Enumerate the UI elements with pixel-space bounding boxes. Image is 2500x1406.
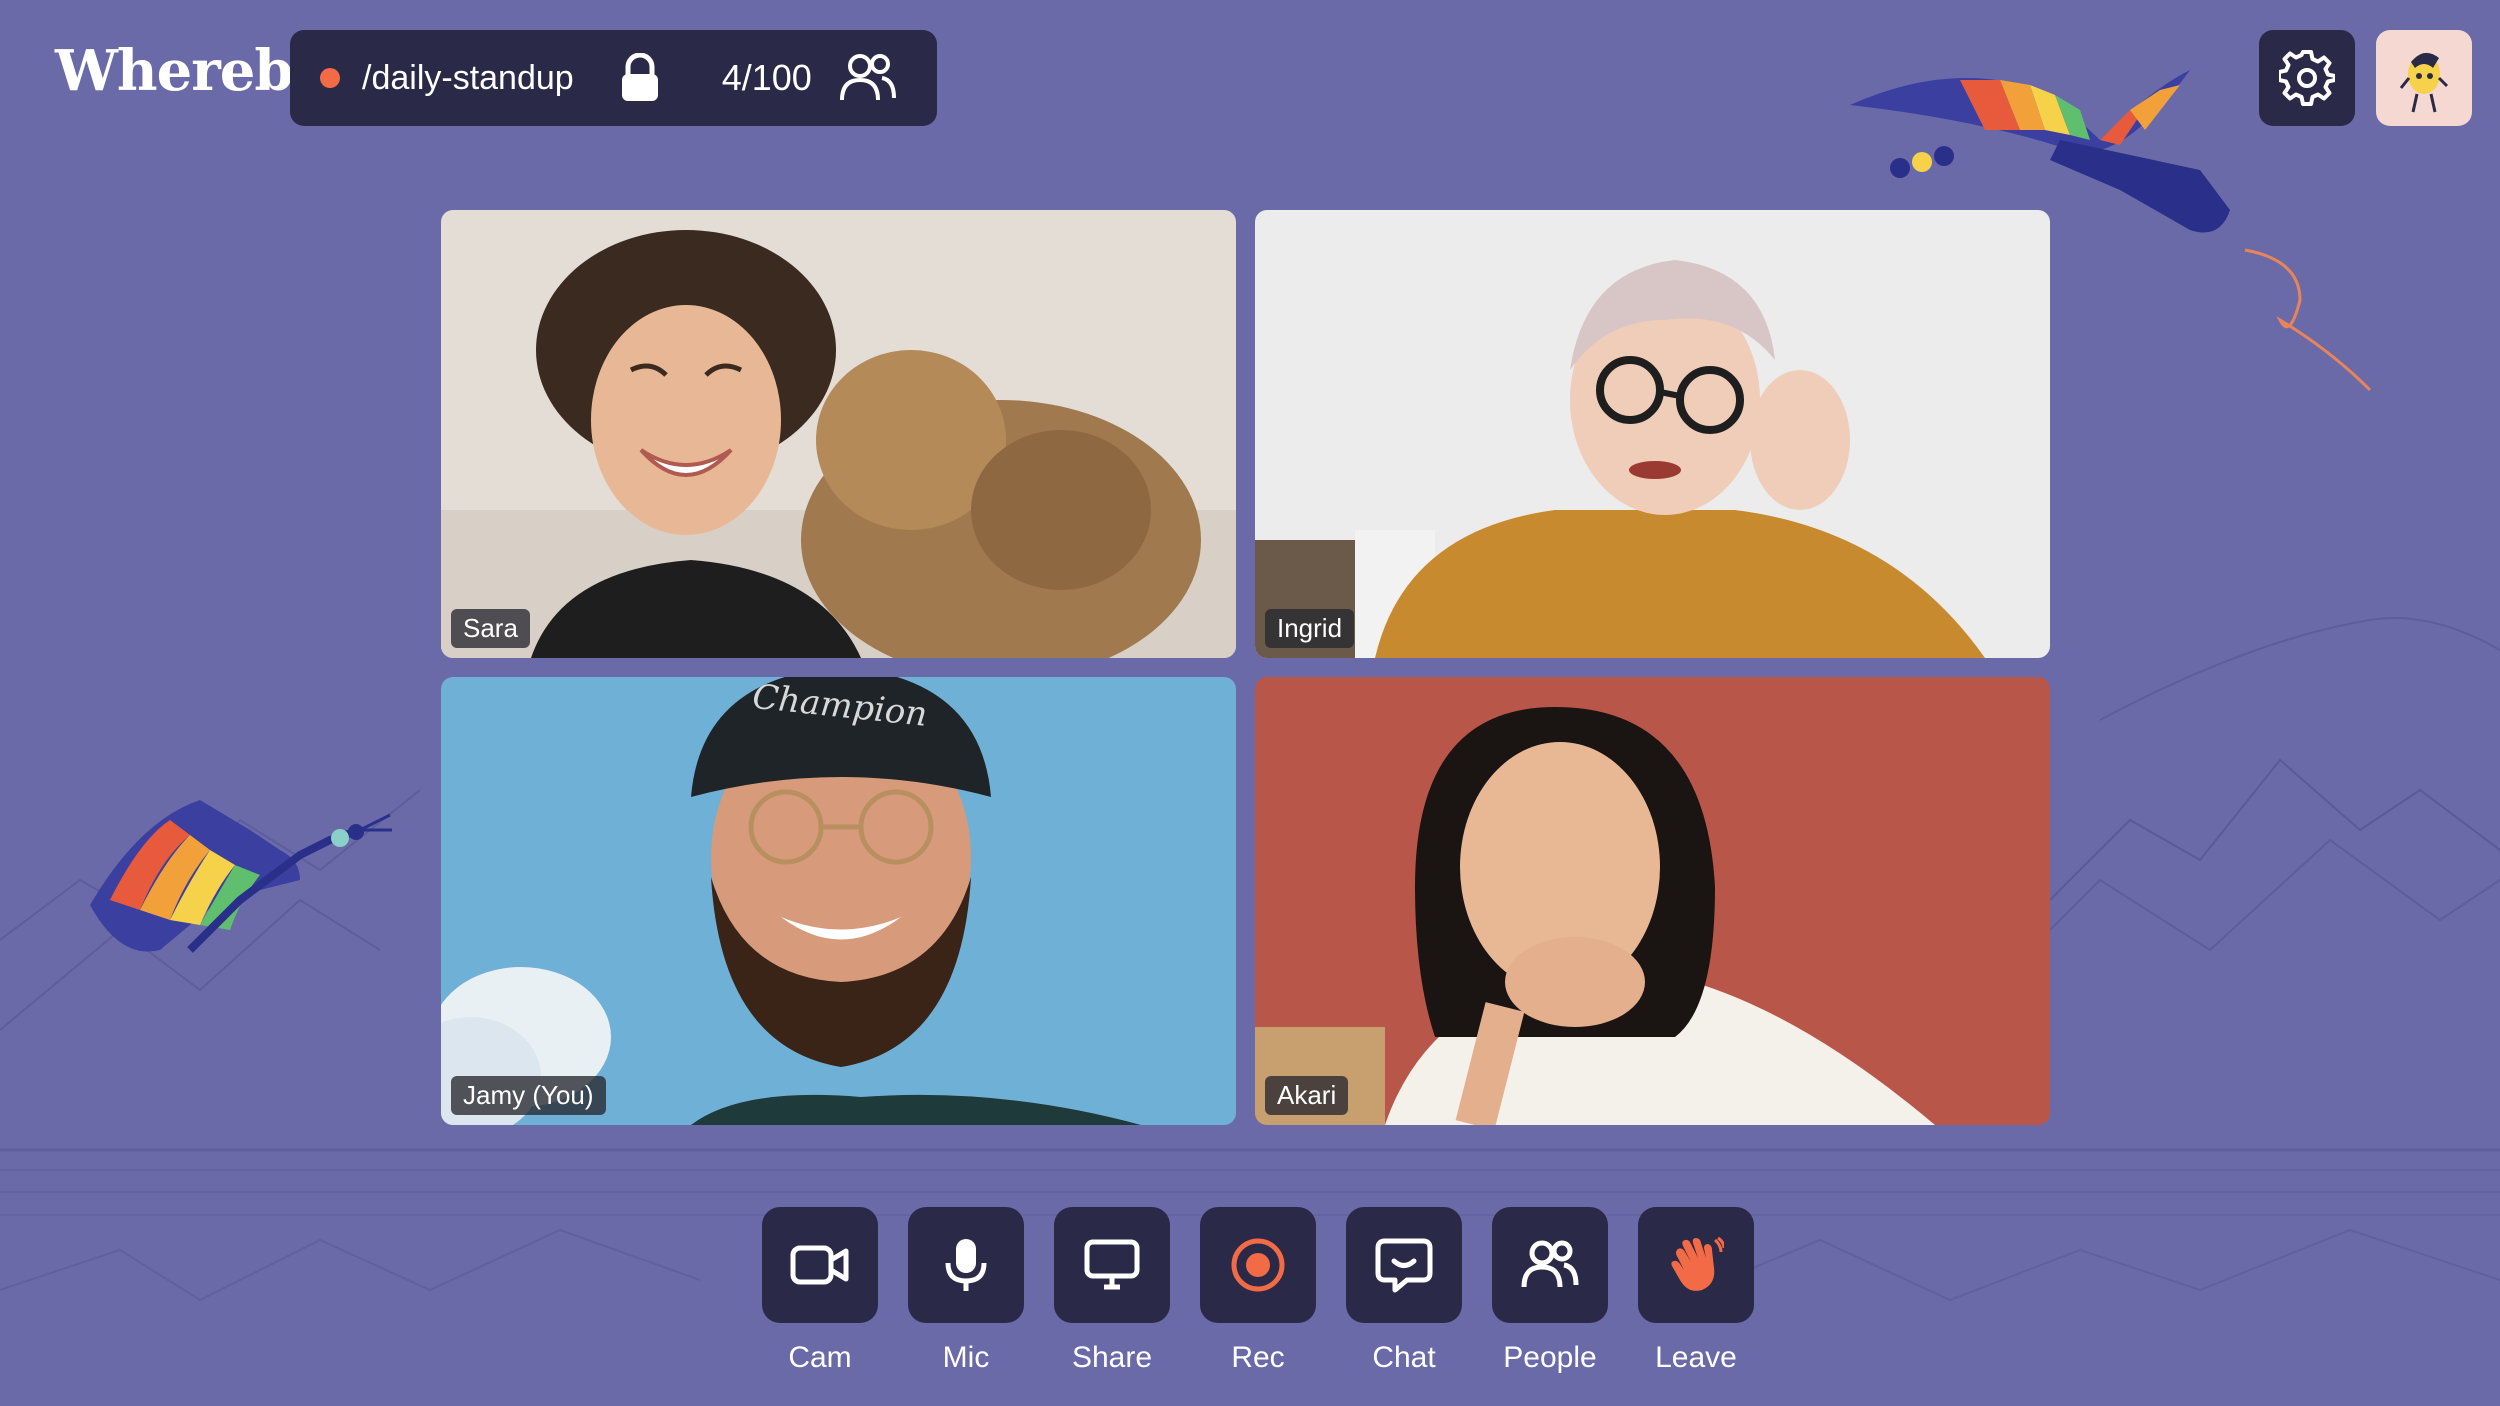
rec-label: Rec: [1231, 1341, 1285, 1374]
participant-name-tag: Ingrid: [1265, 609, 1355, 648]
mic-control: Mic: [908, 1207, 1024, 1375]
participant-name-tag: Jamy (You): [451, 1076, 606, 1115]
waving-hand-icon: [1671, 1236, 1724, 1291]
whereby-logo: Whereby: [55, 38, 325, 104]
share-label: Share: [1071, 1341, 1153, 1374]
video-camera-icon: [790, 1245, 849, 1285]
cam-button[interactable]: [762, 1207, 878, 1323]
background-illustration: [0, 70, 2500, 1302]
gear-icon: [2279, 50, 2335, 106]
avatar: [2399, 52, 2449, 113]
room-name: /daily-standup: [362, 58, 574, 97]
cam-label: Cam: [788, 1341, 852, 1374]
people-control: People: [1492, 1207, 1608, 1375]
rec-button[interactable]: [1200, 1207, 1316, 1323]
cam-control: Cam: [762, 1207, 878, 1375]
room-info-bar[interactable]: /daily-standup 4/100: [290, 30, 937, 126]
chat-button[interactable]: [1346, 1207, 1462, 1323]
video-feed-sara: [441, 210, 1236, 658]
chat-control: Chat: [1346, 1207, 1462, 1375]
video-feed-ingrid: [1255, 210, 2050, 658]
share-control: Share: [1054, 1207, 1170, 1375]
people-icon: [838, 52, 898, 104]
video-tile-sara[interactable]: Sara: [441, 210, 1236, 658]
video-feed-akari: [1255, 677, 2050, 1125]
video-tile-ingrid[interactable]: Ingrid: [1255, 210, 2050, 658]
rec-control: Rec: [1200, 1207, 1316, 1375]
participant-name-tag: Sara: [451, 609, 530, 648]
microphone-icon: [945, 1239, 987, 1291]
participant-name-tag: Akari: [1265, 1076, 1349, 1115]
mic-label: Mic: [942, 1341, 990, 1374]
video-feed-jamy: Champion: [441, 677, 1236, 1125]
settings-button[interactable]: [2259, 30, 2355, 126]
leave-label: Leave: [1655, 1341, 1737, 1374]
mic-button[interactable]: [908, 1207, 1024, 1323]
chat-bubble-icon: [1375, 1238, 1433, 1293]
user-avatar-button[interactable]: [2376, 30, 2472, 126]
people-button[interactable]: [1492, 1207, 1608, 1323]
recording-indicator-dot: [320, 68, 340, 88]
participant-count: 4/100: [721, 57, 812, 98]
video-tile-jamy[interactable]: Champion Jamy (You): [441, 677, 1236, 1125]
leave-button[interactable]: [1638, 1207, 1754, 1323]
lock-icon[interactable]: [618, 53, 662, 103]
leave-control: Leave: [1638, 1207, 1754, 1375]
people-label: People: [1503, 1341, 1597, 1374]
video-tile-akari[interactable]: Akari: [1255, 677, 2050, 1125]
record-icon: [1231, 1238, 1285, 1292]
people-icon: [1521, 1240, 1579, 1288]
monitor-icon: [1084, 1239, 1140, 1290]
share-button[interactable]: [1054, 1207, 1170, 1323]
chat-label: Chat: [1372, 1341, 1436, 1374]
call-controls-toolbar: Cam Mic Share Rec Chat People Leave: [762, 1207, 1754, 1375]
